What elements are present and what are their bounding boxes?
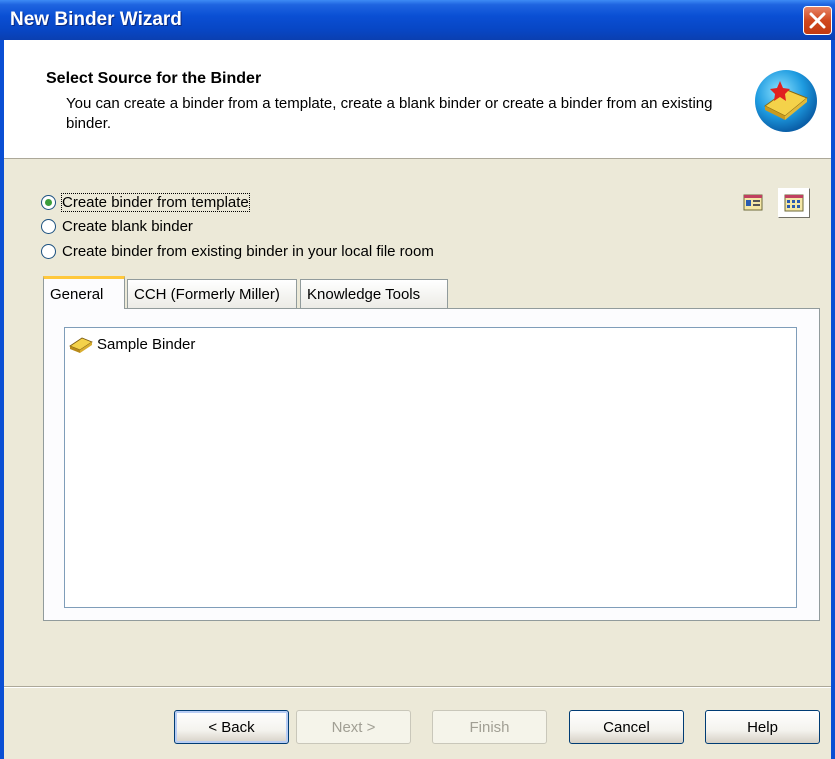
back-button-label: < Back (208, 718, 255, 736)
cancel-button-label: Cancel (603, 718, 650, 736)
binder-icon (69, 337, 93, 353)
list-item-label: Sample Binder (97, 335, 196, 353)
header-description: You can create a binder from a template,… (66, 95, 713, 132)
option-from-template[interactable]: Create binder from template (41, 191, 250, 213)
tab-label: Knowledge Tools (307, 285, 421, 303)
next-button[interactable]: Next > (296, 710, 411, 744)
finish-button-label: Finish (469, 718, 510, 736)
option-blank[interactable]: Create blank binder (41, 215, 193, 237)
binder-wizard-icon (755, 70, 817, 132)
title-bar[interactable]: New Binder Wizard (0, 0, 835, 40)
tab-knowledge-tools[interactable]: Knowledge Tools (300, 279, 448, 308)
list-view-icon (784, 194, 804, 212)
list-item[interactable]: Sample Binder (69, 334, 195, 354)
help-button[interactable]: Help (705, 710, 820, 744)
list-view-button[interactable] (778, 188, 810, 218)
next-button-label: Next > (331, 718, 376, 736)
radio-button-checked[interactable] (41, 194, 56, 210)
tab-label: General (50, 285, 104, 303)
button-separator (4, 686, 831, 688)
large-icons-view-button[interactable] (738, 188, 770, 218)
option-label: Create binder from template (61, 192, 250, 212)
help-button-label: Help (747, 718, 778, 736)
cancel-button[interactable]: Cancel (569, 710, 684, 744)
tab-label: CCH (Formerly Miller) (134, 285, 280, 303)
finish-button[interactable]: Finish (432, 710, 547, 744)
radio-button[interactable] (41, 218, 56, 234)
large-icons-icon (743, 194, 763, 211)
tab-cch[interactable]: CCH (Formerly Miller) (127, 279, 297, 308)
back-button[interactable]: < Back (174, 710, 289, 744)
option-label: Create blank binder (62, 217, 193, 235)
option-label: Create binder from existing binder in yo… (62, 242, 434, 260)
tab-panel-general: Sample Binder (43, 308, 820, 621)
template-list[interactable]: Sample Binder (64, 327, 797, 608)
radio-button[interactable] (41, 243, 56, 259)
close-button[interactable] (803, 6, 832, 35)
wizard-header: Select Source for the Binder You can cre… (4, 40, 831, 159)
window-title: New Binder Wizard (10, 9, 182, 30)
header-title: Select Source for the Binder (46, 70, 262, 87)
option-existing[interactable]: Create binder from existing binder in yo… (41, 240, 434, 262)
window-border-right (831, 40, 835, 759)
tab-general[interactable]: General (43, 276, 125, 309)
close-icon (809, 12, 826, 29)
